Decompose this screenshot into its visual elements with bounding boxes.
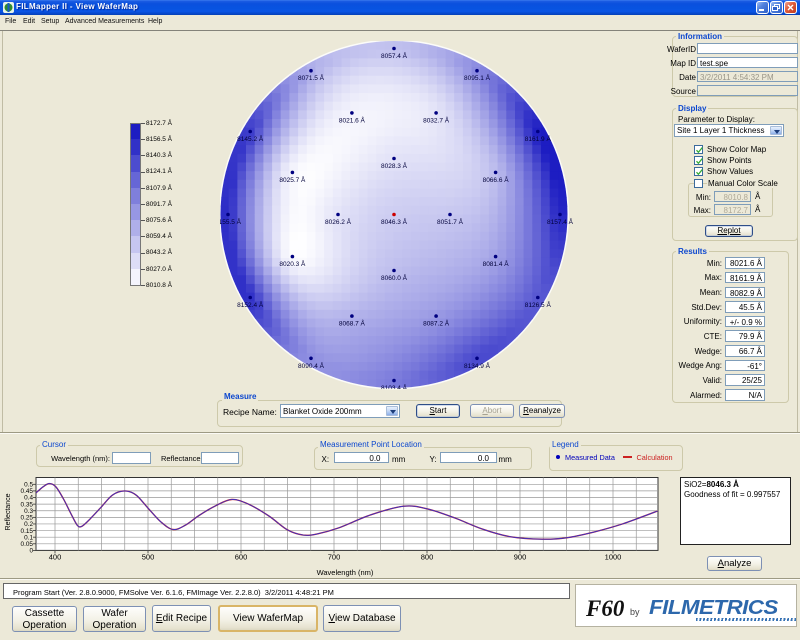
svg-text:700: 700 [328, 553, 341, 562]
svg-text:400: 400 [49, 553, 62, 562]
svg-text:8152.4 Å: 8152.4 Å [237, 300, 264, 309]
svg-text:8025.7 Å: 8025.7 Å [279, 175, 306, 184]
svg-text:1000: 1000 [605, 553, 622, 562]
svg-text:8020.3 Å: 8020.3 Å [279, 259, 306, 268]
svg-text:8155.5 Å: 8155.5 Å [220, 217, 242, 226]
svg-text:900: 900 [514, 553, 527, 562]
svg-text:8071.5 Å: 8071.5 Å [298, 73, 325, 82]
svg-text:8028.3 Å: 8028.3 Å [381, 161, 408, 170]
svg-text:8068.7 Å: 8068.7 Å [339, 319, 366, 328]
svg-text:500: 500 [142, 553, 155, 562]
svg-text:8060.0 Å: 8060.0 Å [381, 273, 408, 282]
svg-text:8157.4 Å: 8157.4 Å [547, 217, 574, 226]
svg-text:8103.4 Å: 8103.4 Å [381, 383, 408, 392]
svg-text:Wavelength (nm): Wavelength (nm) [317, 568, 374, 577]
svg-text:8090.4 Å: 8090.4 Å [298, 361, 325, 370]
svg-text:800: 800 [421, 553, 434, 562]
svg-text:8134.9 Å: 8134.9 Å [464, 361, 491, 370]
svg-text:8051.7 Å: 8051.7 Å [437, 217, 464, 226]
svg-text:8046.3 Å: 8046.3 Å [381, 217, 408, 226]
svg-text:8145.2 Å: 8145.2 Å [237, 134, 264, 143]
svg-text:8026.2 Å: 8026.2 Å [325, 217, 352, 226]
svg-text:8057.4 Å: 8057.4 Å [381, 51, 408, 60]
svg-text:8095.1 Å: 8095.1 Å [464, 73, 491, 82]
svg-text:8081.4 Å: 8081.4 Å [483, 259, 510, 268]
svg-text:8126.5 Å: 8126.5 Å [525, 300, 552, 309]
svg-text:8087.2 Å: 8087.2 Å [423, 319, 450, 328]
svg-text:Reflectance: Reflectance [5, 493, 12, 530]
svg-text:600: 600 [235, 553, 248, 562]
svg-text:8161.9 Å: 8161.9 Å [525, 134, 552, 143]
svg-text:8032.7 Å: 8032.7 Å [423, 115, 450, 124]
svg-text:8066.6 Å: 8066.6 Å [483, 175, 510, 184]
svg-text:0: 0 [29, 548, 33, 555]
svg-text:8021.6 Å: 8021.6 Å [339, 115, 366, 124]
